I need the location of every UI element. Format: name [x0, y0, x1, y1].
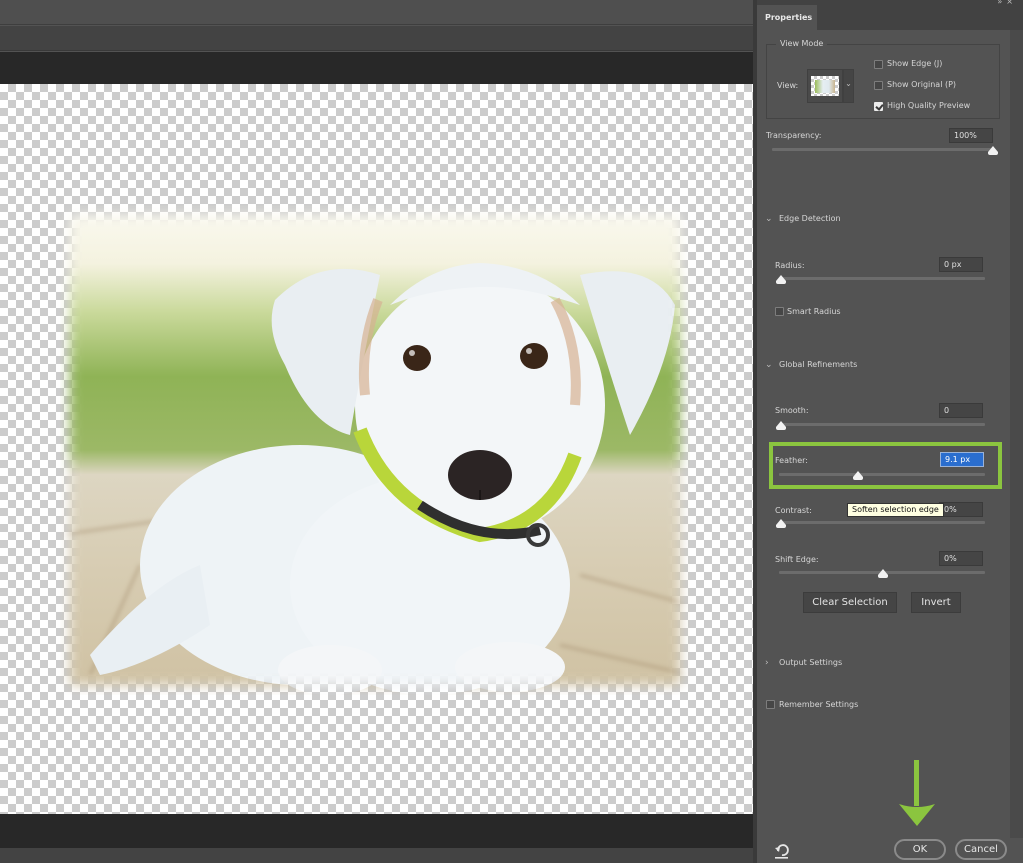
properties-panel: »× Properties View Mode View: ⌄ Show Edg… [757, 0, 1023, 863]
remember-settings-checkbox[interactable] [766, 700, 775, 709]
contrast-label: Contrast: [775, 506, 812, 515]
chevron-down-icon: ⌄ [845, 79, 852, 88]
cancel-button[interactable]: Cancel [955, 839, 1007, 860]
canvas-bottom-margin [0, 814, 753, 848]
canvas-transparent-area[interactable] [0, 84, 753, 814]
high-quality-preview-checkbox[interactable] [874, 102, 883, 111]
tab-properties[interactable]: Properties [757, 5, 817, 30]
edge-detection-title: Edge Detection [779, 214, 841, 223]
feather-tooltip: Soften selection edge [847, 503, 944, 517]
status-bar [0, 848, 753, 863]
radius-input[interactable]: 0 px [939, 257, 983, 272]
smart-radius-checkbox[interactable] [775, 307, 784, 316]
smart-radius-label[interactable]: Smart Radius [787, 307, 841, 316]
view-thumbnail-preview [811, 76, 839, 96]
annotation-arrow-down-icon [899, 760, 935, 826]
shift-edge-input[interactable]: 0% [939, 551, 983, 566]
show-edge-checkbox[interactable] [874, 60, 883, 69]
output-settings-header[interactable]: › Output Settings [765, 658, 842, 668]
remember-settings-label[interactable]: Remember Settings [779, 700, 858, 709]
feather-label: Feather: [775, 456, 808, 465]
invert-button[interactable]: Invert [911, 592, 961, 613]
contrast-input[interactable]: 0% [939, 502, 983, 517]
options-bar [0, 0, 753, 25]
smooth-input[interactable]: 0 [939, 403, 983, 418]
global-refinements-header[interactable]: ⌄ Global Refinements [765, 360, 857, 370]
transparency-label: Transparency: [766, 131, 822, 140]
show-original-label[interactable]: Show Original (P) [887, 80, 956, 89]
document-tab-bar [0, 26, 753, 51]
ok-button[interactable]: OK [894, 839, 946, 860]
canvas-top-margin [0, 52, 753, 84]
global-refinements-title: Global Refinements [779, 360, 858, 369]
smooth-slider[interactable] [779, 423, 985, 426]
transparency-slider[interactable] [772, 148, 994, 151]
radius-label: Radius: [775, 261, 805, 270]
feather-input[interactable]: 9.1 px [940, 452, 984, 467]
chevron-right-icon: › [765, 658, 769, 668]
clear-selection-button[interactable]: Clear Selection [803, 592, 897, 613]
show-original-checkbox[interactable] [874, 81, 883, 90]
panel-tab-strip: Properties [757, 5, 1023, 30]
reset-icon[interactable] [773, 843, 791, 859]
transparency-input[interactable]: 100% [949, 128, 993, 143]
radius-slider[interactable] [779, 277, 985, 280]
chevron-down-icon: ⌄ [765, 214, 773, 224]
smooth-label: Smooth: [775, 406, 809, 415]
view-label: View: [777, 81, 799, 90]
high-quality-preview-label[interactable]: High Quality Preview [887, 101, 970, 110]
view-mode-dropdown[interactable]: ⌄ [843, 69, 854, 103]
feather-slider[interactable] [779, 473, 985, 476]
view-mode-title: View Mode [776, 39, 828, 48]
output-settings-title: Output Settings [779, 658, 843, 667]
contrast-slider[interactable] [779, 521, 985, 524]
view-thumbnail-image [815, 80, 835, 93]
panel-scrollbar[interactable] [1010, 30, 1023, 838]
chevron-down-icon: ⌄ [765, 360, 773, 370]
shift-edge-label: Shift Edge: [775, 555, 819, 564]
edge-detection-header[interactable]: ⌄ Edge Detection [765, 214, 841, 224]
show-edge-label[interactable]: Show Edge (J) [887, 59, 942, 68]
puppy-photo [60, 205, 690, 695]
view-mode-thumbnail[interactable] [807, 69, 843, 103]
